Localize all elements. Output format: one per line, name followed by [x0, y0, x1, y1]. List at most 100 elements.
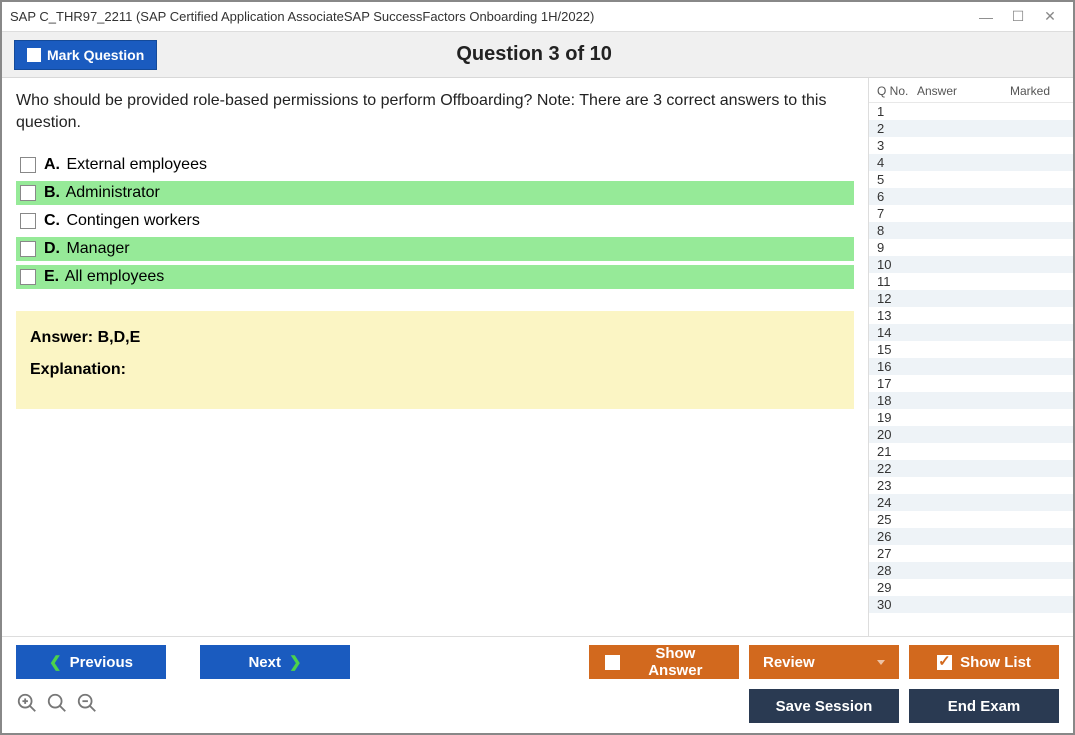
- show-list-button[interactable]: Show List: [909, 645, 1059, 679]
- checkbox-icon[interactable]: [20, 185, 36, 201]
- option-D[interactable]: D. Manager: [16, 237, 854, 261]
- navigator-row[interactable]: 2: [869, 120, 1073, 137]
- option-C[interactable]: C. Contingen workers: [16, 209, 854, 233]
- navigator-row[interactable]: 4: [869, 154, 1073, 171]
- navigator-row[interactable]: 26: [869, 528, 1073, 545]
- option-text: All employees: [61, 268, 164, 285]
- navigator-row[interactable]: 27: [869, 545, 1073, 562]
- previous-label: Previous: [70, 654, 133, 671]
- navigator-row[interactable]: 13: [869, 307, 1073, 324]
- navigator-row[interactable]: 6: [869, 188, 1073, 205]
- navigator-row[interactable]: 20: [869, 426, 1073, 443]
- col-qno: Q No.: [877, 84, 917, 98]
- minimize-icon[interactable]: —: [979, 10, 993, 24]
- navigator-row[interactable]: 29: [869, 579, 1073, 596]
- question-navigator: Q No. Answer Marked 12345678910111213141…: [868, 78, 1073, 636]
- previous-button[interactable]: ❮ Previous: [16, 645, 166, 679]
- navigator-row[interactable]: 24: [869, 494, 1073, 511]
- navigator-row[interactable]: 5: [869, 171, 1073, 188]
- navigator-header: Q No. Answer Marked: [869, 78, 1073, 103]
- close-icon[interactable]: ✕: [1043, 10, 1057, 24]
- app-window: SAP C_THR97_2211 (SAP Certified Applicat…: [0, 0, 1075, 735]
- save-session-button[interactable]: Save Session: [749, 689, 899, 723]
- navigator-row[interactable]: 10: [869, 256, 1073, 273]
- option-E[interactable]: E. All employees: [16, 265, 854, 289]
- mark-question-button[interactable]: Mark Question: [14, 40, 157, 70]
- review-label: Review: [763, 654, 815, 671]
- zoom-controls: [16, 692, 98, 720]
- bottom-bar: ❮ Previous Next ❯ Show Answer Review Sho…: [2, 636, 1073, 733]
- navigator-row[interactable]: 14: [869, 324, 1073, 341]
- navigator-row[interactable]: 28: [869, 562, 1073, 579]
- option-B[interactable]: B. Administrator: [16, 181, 854, 205]
- option-text: Manager: [62, 240, 130, 257]
- chevron-right-icon: ❯: [289, 653, 302, 671]
- end-exam-label: End Exam: [948, 698, 1021, 715]
- checkbox-icon[interactable]: [20, 269, 36, 285]
- title-bar: SAP C_THR97_2211 (SAP Certified Applicat…: [2, 2, 1073, 32]
- options-list: A. External employeesB. AdministratorC. …: [16, 153, 854, 289]
- navigator-row[interactable]: 3: [869, 137, 1073, 154]
- navigator-row[interactable]: 8: [869, 222, 1073, 239]
- option-letter: C.: [44, 212, 60, 229]
- option-text: External employees: [62, 156, 207, 173]
- navigator-row[interactable]: 9: [869, 239, 1073, 256]
- zoom-out-icon[interactable]: [76, 692, 98, 720]
- content-row: Who should be provided role-based permis…: [2, 78, 1073, 636]
- checkbox-icon: [27, 48, 41, 62]
- show-answer-label: Show Answer: [628, 645, 723, 679]
- navigator-row[interactable]: 7: [869, 205, 1073, 222]
- navigator-list[interactable]: 1234567891011121314151617181920212223242…: [869, 103, 1073, 636]
- navigator-row[interactable]: 19: [869, 409, 1073, 426]
- window-controls: — ☐ ✕: [979, 10, 1065, 24]
- navigator-row[interactable]: 15: [869, 341, 1073, 358]
- button-row-1: ❮ Previous Next ❯ Show Answer Review Sho…: [16, 645, 1059, 679]
- navigator-row[interactable]: 18: [869, 392, 1073, 409]
- maximize-icon[interactable]: ☐: [1011, 10, 1025, 24]
- navigator-row[interactable]: 23: [869, 477, 1073, 494]
- navigator-row[interactable]: 16: [869, 358, 1073, 375]
- checkbox-icon: [605, 655, 620, 670]
- option-text: Administrator: [62, 184, 160, 201]
- checkbox-icon[interactable]: [20, 241, 36, 257]
- navigator-row[interactable]: 11: [869, 273, 1073, 290]
- end-exam-button[interactable]: End Exam: [909, 689, 1059, 723]
- answer-box: Answer: B,D,E Explanation:: [16, 311, 854, 409]
- explanation-label: Explanation:: [30, 361, 840, 379]
- question-text: Who should be provided role-based permis…: [16, 90, 854, 135]
- navigator-row[interactable]: 30: [869, 596, 1073, 613]
- zoom-reset-icon[interactable]: [46, 692, 68, 720]
- header-bar: Mark Question Question 3 of 10: [2, 32, 1073, 78]
- button-row-2: Save Session End Exam: [16, 689, 1059, 723]
- answer-value: B,D,E: [98, 329, 141, 346]
- question-counter: Question 3 of 10: [157, 43, 911, 66]
- option-letter: E.: [44, 268, 59, 285]
- next-label: Next: [248, 654, 281, 671]
- chevron-down-icon: [877, 660, 885, 665]
- save-session-label: Save Session: [776, 698, 873, 715]
- zoom-in-icon[interactable]: [16, 692, 38, 720]
- question-area: Who should be provided role-based permis…: [2, 78, 868, 636]
- navigator-row[interactable]: 21: [869, 443, 1073, 460]
- navigator-row[interactable]: 25: [869, 511, 1073, 528]
- checkbox-icon[interactable]: [20, 213, 36, 229]
- mark-question-label: Mark Question: [47, 47, 144, 63]
- navigator-row[interactable]: 12: [869, 290, 1073, 307]
- option-letter: A.: [44, 156, 60, 173]
- navigator-row[interactable]: 1: [869, 103, 1073, 120]
- col-marked: Marked: [1010, 84, 1065, 98]
- option-text: Contingen workers: [62, 212, 200, 229]
- answer-label: Answer:: [30, 329, 93, 346]
- show-answer-button[interactable]: Show Answer: [589, 645, 739, 679]
- checkbox-icon[interactable]: [20, 157, 36, 173]
- next-button[interactable]: Next ❯: [200, 645, 350, 679]
- chevron-left-icon: ❮: [49, 653, 62, 671]
- answer-line: Answer: B,D,E: [30, 329, 840, 347]
- navigator-row[interactable]: 17: [869, 375, 1073, 392]
- col-answer: Answer: [917, 84, 1010, 98]
- window-title: SAP C_THR97_2211 (SAP Certified Applicat…: [10, 9, 979, 24]
- navigator-row[interactable]: 22: [869, 460, 1073, 477]
- option-letter: B.: [44, 184, 60, 201]
- option-A[interactable]: A. External employees: [16, 153, 854, 177]
- review-dropdown[interactable]: Review: [749, 645, 899, 679]
